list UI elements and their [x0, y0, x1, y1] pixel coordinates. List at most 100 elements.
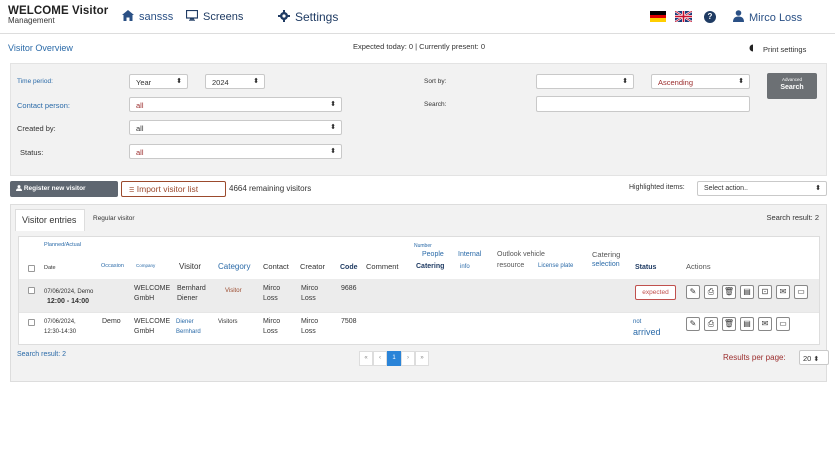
document-icon[interactable]: ▤ — [740, 317, 754, 331]
sort-order-select[interactable]: Ascending ⬍ — [651, 74, 750, 89]
row-checkbox[interactable] — [28, 287, 35, 294]
pagination: « ‹ 1 › » — [359, 351, 429, 366]
calendar-icon[interactable]: ▭ — [794, 285, 808, 299]
header-contact[interactable]: Contact — [263, 262, 289, 272]
print-settings-label: Print settings — [763, 44, 807, 54]
add-user-icon — [16, 185, 24, 192]
row-visitor-2[interactable]: Bernhard — [176, 327, 201, 337]
nav-screens[interactable]: Screens — [185, 9, 243, 23]
german-flag-icon[interactable] — [650, 11, 666, 22]
row-creator-2: Loss — [301, 328, 316, 335]
home-icon — [122, 10, 134, 23]
advanced-search-top-label: Advanced — [781, 77, 802, 82]
header-catering[interactable]: Catering — [416, 262, 444, 272]
pager-last[interactable]: » — [415, 351, 429, 366]
advanced-search-bottom-label: Search — [780, 84, 804, 91]
register-visitor-button[interactable]: Register new visitor — [10, 181, 118, 197]
header-selection[interactable]: selection — [592, 260, 620, 270]
tab-regular-visitor[interactable]: Regular visitor — [93, 215, 135, 222]
row-contact-2: Loss — [263, 295, 278, 302]
header-outlook: Outlook vehicle — [497, 251, 545, 258]
brand-logo[interactable]: WELCOME Visitor Management — [8, 5, 108, 25]
nav-settings[interactable]: Settings — [278, 10, 338, 24]
row-date-text: 07/06/2024, — [44, 289, 76, 295]
nav-settings-label: Settings — [295, 10, 339, 24]
edit-icon[interactable]: ✎ — [686, 317, 700, 331]
calendar-icon[interactable]: ▭ — [776, 317, 790, 331]
uk-flag-icon[interactable] — [675, 11, 692, 22]
header-status[interactable]: Status — [635, 263, 656, 273]
nav-home-label: sansss — [139, 10, 174, 23]
results-per-page-label: Results per page: — [723, 353, 786, 362]
advanced-search-button[interactable]: Advanced Search — [767, 73, 817, 99]
highlighted-items-value: Select action.. — [704, 185, 748, 192]
header-info[interactable]: info — [460, 262, 470, 272]
results-per-page-select[interactable]: 20 ⬍ — [799, 350, 829, 365]
search-input[interactable] — [536, 96, 750, 112]
mail-icon[interactable]: ✉ — [758, 317, 772, 331]
print-icon[interactable]: ⎙ — [704, 317, 718, 331]
header-visitor[interactable]: Visitor — [179, 262, 201, 272]
pager-first[interactable]: « — [359, 351, 373, 366]
time-period-value: Year — [136, 78, 152, 87]
pager-prev[interactable]: ‹ — [373, 351, 387, 366]
header-creator[interactable]: Creator — [300, 262, 325, 272]
header-people: People — [422, 251, 444, 258]
highlighted-items-select[interactable]: Select action.. ⬍ — [697, 181, 827, 196]
search-result-count: Search result: 2 — [766, 213, 819, 222]
register-visitor-label: Register new visitor — [23, 185, 86, 192]
row-code: 7508 — [341, 318, 357, 325]
row-company-1: WELCOME — [134, 318, 171, 325]
row-code: 9686 — [341, 285, 357, 292]
search-label: Search: — [424, 101, 447, 108]
row-date: 07/06/2024, — [44, 319, 76, 325]
sort-order-value: Ascending — [658, 78, 694, 87]
contact-person-label: Contact person: — [17, 101, 70, 110]
row-checkbox[interactable] — [28, 319, 35, 326]
print-icon[interactable]: ⎙ — [704, 285, 718, 299]
pager-next[interactable]: › — [401, 351, 415, 366]
mail-icon[interactable]: ✉ — [776, 285, 790, 299]
header-date[interactable]: Date — [44, 263, 56, 273]
tab-visitor-entries[interactable]: Visitor entries — [15, 209, 85, 231]
row-visitor-1: Bernhard — [177, 285, 206, 292]
created-by-select[interactable]: all ⬍ — [129, 120, 342, 135]
trash-icon[interactable]: 🗑 — [722, 317, 736, 331]
pager-page[interactable]: 1 — [387, 351, 401, 366]
print-settings-button[interactable]: Print settings — [748, 44, 806, 54]
row-category: Visitor — [225, 288, 242, 294]
sort-by-select[interactable]: ⬍ — [536, 74, 634, 89]
row-contact-1: Mirco — [263, 285, 281, 292]
remaining-visitors: 4664 remaining visitors — [229, 184, 312, 193]
user-menu[interactable]: Mirco Loss — [733, 10, 802, 25]
header-resource[interactable]: resource — [497, 261, 524, 271]
header-comment[interactable]: Comment — [366, 262, 399, 272]
header-category[interactable]: Category — [218, 262, 250, 272]
header-license-plate[interactable]: License plate — [538, 261, 573, 271]
nav-home[interactable]: sansss — [122, 10, 173, 23]
year-select[interactable]: 2024 ⬍ — [205, 74, 265, 89]
import-visitor-list-button[interactable]: ☰ Import visitor list — [121, 181, 226, 197]
status-select[interactable]: all ⬍ — [129, 144, 342, 159]
header-company[interactable]: Company — [136, 261, 155, 271]
trash-icon[interactable]: 🗑 — [722, 285, 736, 299]
checkout-icon[interactable]: ⊡ — [758, 285, 772, 299]
document-icon[interactable]: ▤ — [740, 285, 754, 299]
help-icon[interactable]: ? — [704, 11, 716, 23]
select-arrows-icon: ⬍ — [176, 78, 182, 85]
row-time: 12:00 - 14:00 — [47, 298, 90, 305]
select-arrows-icon: ⬍ — [330, 124, 336, 131]
row-creator-1: Mirco — [301, 318, 319, 325]
time-period-select[interactable]: Year ⬍ — [129, 74, 188, 89]
status-value: all — [136, 148, 144, 157]
contact-person-select[interactable]: all ⬍ — [129, 97, 342, 112]
row-occasion: Demo — [102, 318, 121, 325]
created-by-value: all — [136, 124, 144, 133]
header-code[interactable]: Code — [340, 263, 358, 273]
header-occasion[interactable]: Occasion — [101, 261, 124, 271]
visitor-table: Planned/Actual Date Occasion Company Vis… — [18, 236, 820, 345]
select-all-checkbox[interactable] — [28, 265, 35, 272]
search-result-bottom: Search result: 2 — [17, 351, 67, 358]
row-visitor-1[interactable]: Diener — [176, 317, 194, 327]
edit-icon[interactable]: ✎ — [686, 285, 700, 299]
